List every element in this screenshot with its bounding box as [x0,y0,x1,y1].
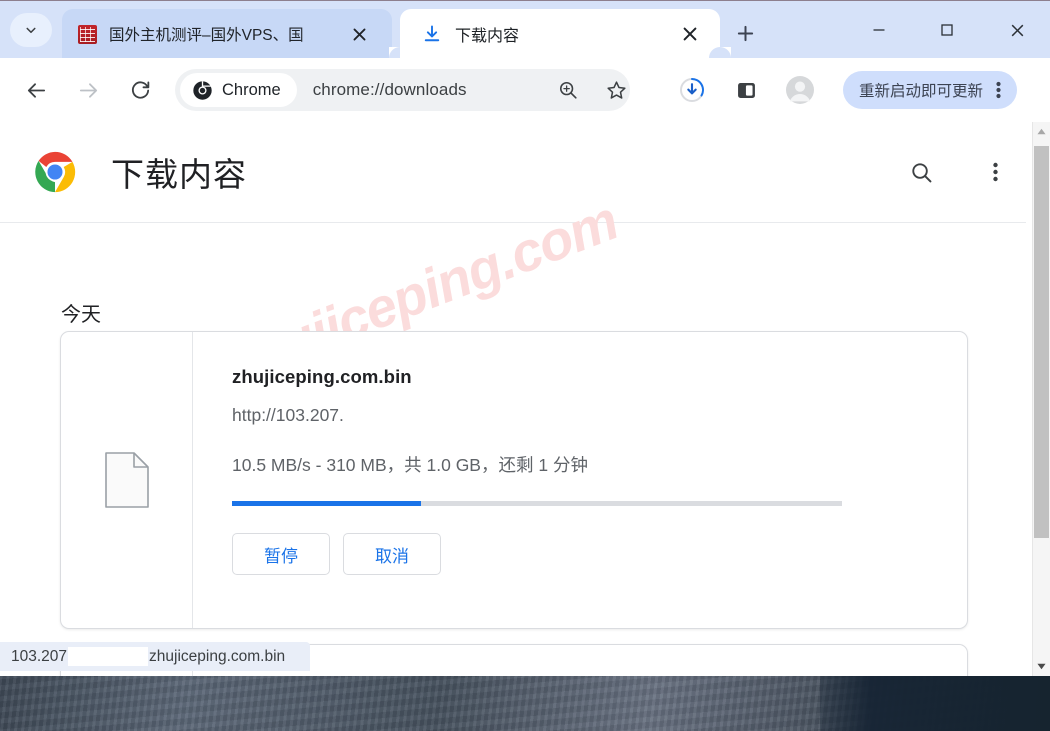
side-panel-icon [737,82,755,98]
header-divider [0,222,1026,223]
screen: 国外主机测评–国外VPS、国 下载内容 Chrome chrome://down… [0,0,1050,731]
downloads-button[interactable] [673,71,711,109]
tab-search-button[interactable] [10,13,52,47]
chrome-logo-icon [34,151,76,193]
bookmark-button[interactable] [597,71,635,109]
star-icon [606,80,626,99]
caret-up-icon [1037,128,1046,135]
profile-avatar-button[interactable] [781,71,819,109]
plus-icon [737,25,753,41]
tab-strip: 国外主机测评–国外VPS、国 下载内容 [0,0,1050,69]
downloads-menu-button[interactable] [977,154,1013,190]
tab-close-button[interactable] [346,21,372,47]
reload-icon [131,80,149,99]
zoom-in-icon [559,81,577,99]
page-title: 下载内容 [111,156,247,193]
pause-button[interactable]: 暂停 [232,533,330,575]
chrome-scheme-chip[interactable]: Chrome [180,73,297,107]
kebab-menu-icon[interactable] [983,80,1013,100]
status-bubble: 103.207 zhujiceping.com.bin [0,642,310,671]
new-tab-button[interactable] [730,18,760,48]
tab-corner-right [709,47,731,69]
update-available-button[interactable]: 重新启动即可更新 [843,71,1018,109]
downloads-page: 下载内容 今天 zhujiceping.com zhujiceping.com.… [0,122,1050,676]
generic-file-icon [104,452,149,508]
zoom-button[interactable] [549,71,587,109]
arrow-right-icon [79,82,97,98]
forward-button [69,71,107,109]
page-scrollbar[interactable] [1032,122,1050,676]
update-button-label: 重新启动即可更新 [859,83,984,100]
profile-avatar-icon [786,76,814,104]
side-panel-button[interactable] [727,71,765,109]
close-icon [353,28,365,40]
download-filename[interactable]: zhujiceping.com.bin [232,366,953,388]
windows-taskbar: 22:39 2024/4/3 [0,672,1050,731]
download-details: zhujiceping.com.bin http://103.207. 10.5… [232,332,953,575]
chrome-chip-label: Chrome [222,80,281,99]
download-item-card[interactable]: zhujiceping.com.bin http://103.207. 10.5… [60,331,968,629]
tab-title: 下载内容 [455,28,520,45]
downloads-page-header: 下载内容 [0,122,1050,223]
red-seal-favicon [78,24,97,44]
scrollbar-thumb[interactable] [1034,146,1049,538]
download-source-url: http://103.207. [232,405,344,425]
kebab-menu-icon [992,162,998,182]
close-icon [1011,24,1023,36]
status-bubble-suffix: zhujiceping.com.bin [149,647,286,665]
download-progress-bar [232,501,842,506]
reload-button[interactable] [121,71,159,109]
tab-close-button-active[interactable] [677,21,703,47]
download-progress-icon [680,78,704,102]
minimize-icon [873,29,885,31]
window-close-button[interactable] [994,9,1040,51]
tab-downloads[interactable]: 下载内容 [400,9,720,59]
scroll-up-button[interactable] [1033,123,1050,140]
arrow-left-icon [27,82,45,98]
download-file-icon-area [61,332,193,628]
chevron-down-icon [26,27,36,34]
chrome-mono-icon [193,80,212,100]
download-action-row: 暂停 取消 [232,533,953,575]
tab-background[interactable]: 国外主机测评–国外VPS、国 [62,9,392,59]
search-icon [911,162,931,182]
maximize-button[interactable] [924,9,970,51]
back-button[interactable] [17,71,55,109]
download-progress-fill [232,501,422,506]
download-icon [424,25,440,42]
close-icon [683,27,697,41]
kebab-dots [995,81,1001,99]
tab-title: 国外主机测评–国外VPS、国 [109,27,304,44]
chrome-browser-window: 国外主机测评–国外VPS、国 下载内容 Chrome chrome://down… [0,0,1050,676]
cancel-button[interactable]: 取消 [343,533,441,575]
tab-corner-left [389,47,411,69]
downloads-search-button[interactable] [903,154,939,190]
minimize-button[interactable] [856,9,902,51]
browser-toolbar: Chrome chrome://downloads 重新启动即可更新 [0,58,1050,122]
section-label-today: 今天 [61,304,101,326]
maximize-icon [941,24,953,36]
download-status-text: 10.5 MB/s - 310 MB，共 1.0 GB，还剩 1 分钟 [232,455,588,475]
url-text: chrome://downloads [312,80,467,99]
status-bubble-prefix: 103.207 [11,647,68,665]
status-bubble-redaction [68,647,149,666]
caret-down-icon [1037,663,1046,670]
